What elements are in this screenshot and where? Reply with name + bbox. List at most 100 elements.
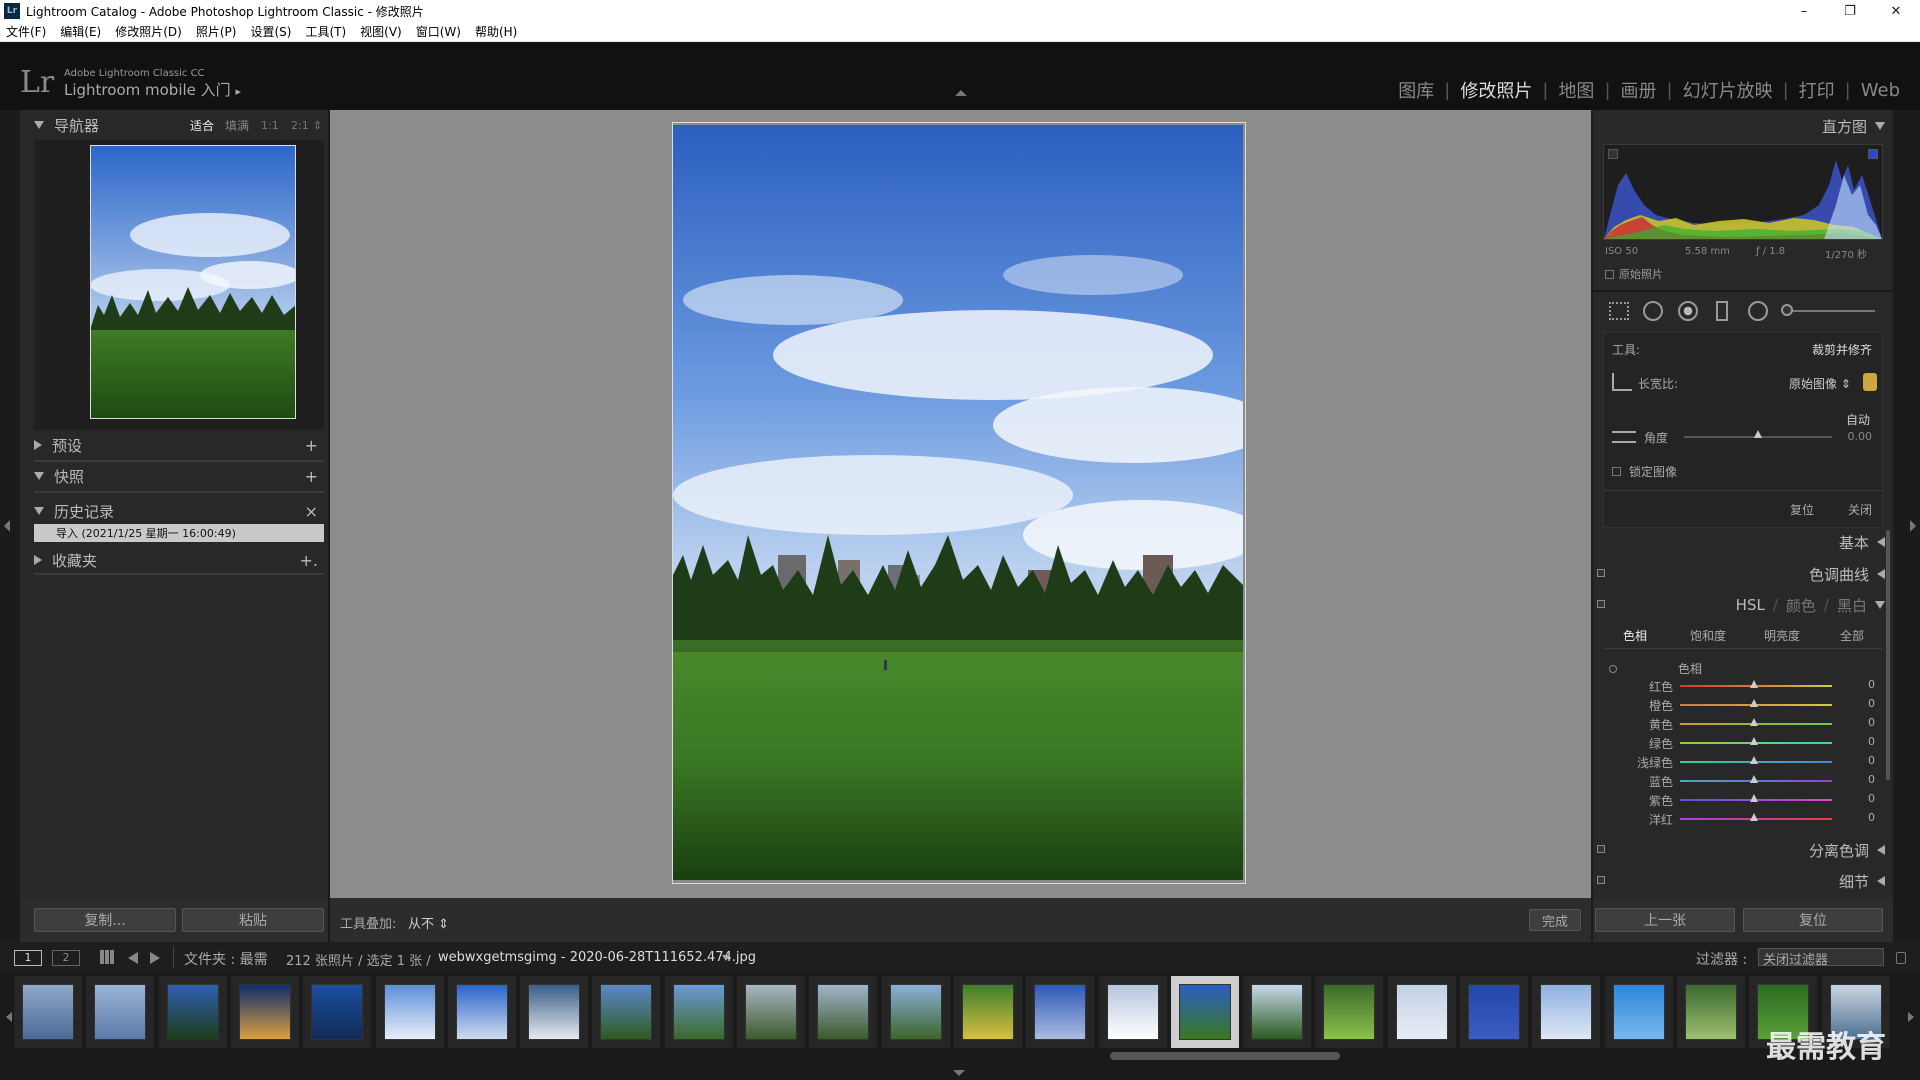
filmstrip-thumbnail[interactable] (94, 984, 147, 1040)
tone-curve-header[interactable]: 色调曲线 (1593, 560, 1893, 588)
filmstrip-scrollbar[interactable] (1110, 1052, 1340, 1060)
menu-settings[interactable]: 设置(S) (250, 23, 291, 40)
history-step-import[interactable]: 导入 (2021/1/25 星期一 16:00:49) (34, 524, 324, 542)
bw-tab[interactable]: 黑白 (1837, 595, 1867, 616)
color-tab[interactable]: 颜色 (1786, 595, 1816, 616)
presets-header[interactable]: 预设 + (20, 432, 328, 458)
filmstrip-thumbnail[interactable] (1612, 984, 1665, 1040)
crop-frame-tool-icon[interactable] (1612, 373, 1632, 391)
hsl-slider-knob[interactable] (1750, 775, 1758, 783)
hsl-slider-knob[interactable] (1750, 813, 1758, 821)
hsl-tab-saturation[interactable]: 饱和度 (1690, 627, 1726, 644)
detail-header[interactable]: 细节 (1593, 867, 1893, 895)
histogram-header[interactable]: 直方图 (1593, 112, 1893, 140)
menu-edit[interactable]: 编辑(E) (60, 23, 101, 40)
filter-lock-icon[interactable] (1896, 952, 1906, 964)
targeted-adjustment-tool-icon[interactable] (1609, 665, 1617, 673)
filmstrip-thumbnail[interactable] (817, 984, 870, 1040)
basic-panel-header[interactable]: 基本 (1593, 528, 1893, 556)
angle-value[interactable]: 0.00 (1848, 430, 1873, 443)
menu-tools[interactable]: 工具(T) (305, 23, 346, 40)
grid-view-icon[interactable] (100, 950, 114, 964)
filmstrip-thumbnail[interactable] (455, 984, 508, 1040)
menu-develop[interactable]: 修改照片(D) (115, 23, 182, 40)
filmstrip-thumbnail[interactable] (238, 984, 291, 1040)
hsl-tab-all[interactable]: 全部 (1840, 627, 1864, 644)
main-window-button[interactable]: 1 (14, 950, 42, 966)
collapse-top-panel-icon[interactable] (955, 90, 967, 96)
zoom-fill[interactable]: 填满 (225, 117, 249, 134)
previous-button[interactable]: 上一张 (1595, 908, 1735, 932)
maximize-button[interactable]: ❐ (1830, 0, 1870, 22)
hsl-tab-hue[interactable]: 色相 (1623, 627, 1647, 644)
filmstrip-thumbnail[interactable] (1251, 984, 1304, 1040)
hsl-slider-knob[interactable] (1750, 699, 1758, 707)
module-web[interactable]: Web (1851, 80, 1910, 101)
filmstrip-thumbnail[interactable] (166, 984, 219, 1040)
red-eye-tool-icon[interactable] (1678, 301, 1698, 321)
module-print[interactable]: 打印 (1789, 77, 1845, 103)
filename-dropdown-icon[interactable] (722, 955, 730, 961)
add-snapshot-icon[interactable]: + (305, 467, 318, 486)
crop-frame[interactable] (672, 122, 1246, 884)
history-header[interactable]: 历史记录 × (20, 498, 328, 524)
filmstrip-thumbnail[interactable] (672, 984, 725, 1040)
zoom-1-1[interactable]: 1:1 (261, 119, 279, 132)
hsl-row-value[interactable]: 0 (1868, 811, 1875, 824)
hsl-slider-knob[interactable] (1750, 794, 1758, 802)
snapshots-header[interactable]: 快照 + (20, 463, 328, 489)
adjustment-brush-tool-icon[interactable] (1785, 310, 1875, 312)
panel-switch-icon[interactable] (1597, 569, 1605, 577)
module-slideshow[interactable]: 幻灯片放映 (1673, 77, 1783, 103)
selected-filename[interactable]: webwxgetmsgimg - 2020-06-28T111652.474.j… (438, 950, 756, 965)
module-library[interactable]: 图库 (1388, 77, 1444, 103)
filmstrip-thumbnail[interactable] (1323, 984, 1376, 1040)
menu-window[interactable]: 窗口(W) (416, 23, 461, 40)
hsl-slider-knob[interactable] (1750, 680, 1758, 688)
straighten-tool-icon[interactable] (1612, 431, 1636, 443)
filmstrip-thumbnail[interactable] (600, 984, 653, 1040)
module-book[interactable]: 画册 (1611, 77, 1667, 103)
histogram[interactable] (1603, 144, 1883, 240)
filmstrip-thumbnail[interactable] (311, 984, 364, 1040)
collapse-left-panel-icon[interactable] (4, 520, 10, 532)
hsl-header[interactable]: HSL / 颜色 / 黑白 (1593, 591, 1893, 619)
angle-slider-knob[interactable] (1754, 430, 1762, 438)
hsl-slider-knob[interactable] (1750, 737, 1758, 745)
add-preset-icon[interactable]: + (305, 436, 318, 455)
filmstrip-thumbnail[interactable] (1468, 984, 1520, 1040)
filmstrip-thumbnail[interactable] (22, 984, 74, 1040)
tool-overlay-select[interactable]: 从不 ⇕ (408, 913, 449, 932)
panel-switch-icon[interactable] (1597, 600, 1605, 608)
filmstrip-thumbnail[interactable] (889, 984, 942, 1040)
minimize-button[interactable]: – (1784, 0, 1824, 22)
graduated-filter-tool-icon[interactable] (1716, 301, 1728, 321)
filmstrip-thumbnail[interactable] (1034, 984, 1087, 1040)
back-arrow-icon[interactable] (128, 952, 138, 964)
hsl-slider-knob[interactable] (1750, 756, 1758, 764)
menu-view[interactable]: 视图(V) (360, 23, 402, 40)
aspect-select[interactable]: 原始图像 ⇕ (1789, 375, 1851, 392)
collapse-filmstrip-icon[interactable] (953, 1070, 965, 1076)
crop-overlay-tool-icon[interactable] (1609, 302, 1629, 320)
navigator-preview-image[interactable] (90, 145, 296, 419)
menu-photo[interactable]: 照片(P) (196, 23, 237, 40)
zoom-fit[interactable]: 适合 (190, 117, 214, 134)
zoom-arrow-icon[interactable]: ⇕ (313, 119, 322, 132)
hsl-tab-luminance[interactable]: 明亮度 (1764, 627, 1800, 644)
filmstrip-thumbnail[interactable] (1540, 984, 1593, 1040)
module-develop[interactable]: 修改照片 (1450, 77, 1542, 103)
hsl-row-value[interactable]: 0 (1868, 792, 1875, 805)
auto-straighten-button[interactable]: 自动 (1846, 411, 1870, 428)
reset-button[interactable]: 复位 (1743, 908, 1883, 932)
filmstrip-thumbnail[interactable] (1395, 984, 1448, 1040)
panel-switch-icon[interactable] (1597, 876, 1605, 884)
module-map[interactable]: 地图 (1548, 77, 1604, 103)
hsl-row-value[interactable]: 0 (1868, 697, 1875, 710)
filmstrip-thumbnail[interactable] (528, 984, 581, 1040)
right-panel-scrollbar[interactable] (1886, 530, 1890, 780)
panel-switch-icon[interactable] (1597, 845, 1605, 853)
crop-close-button[interactable]: 关闭 (1848, 501, 1872, 518)
menu-help[interactable]: 帮助(H) (475, 23, 517, 40)
navigator-header[interactable]: 导航器 适合 填满 1:1 2:1 ⇕ (20, 112, 328, 138)
